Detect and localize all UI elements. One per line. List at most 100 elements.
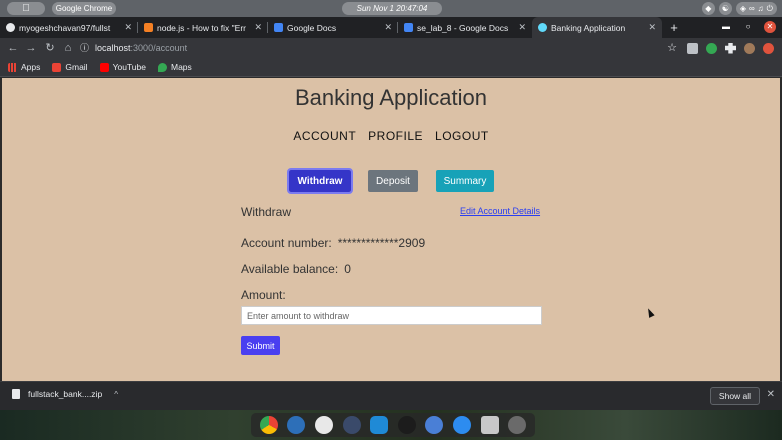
close-icon[interactable]: ✕ [254,22,262,33]
chrome-update-icon[interactable] [763,42,774,54]
tab-label: node.js - How to fix "Err [157,22,246,33]
balance-label: Available balance: [241,262,339,276]
withdraw-button[interactable]: Withdraw [287,168,353,194]
submit-button[interactable]: Submit [241,336,280,355]
mongodb-icon[interactable] [314,416,333,434]
info-icon[interactable]: ⓘ [80,40,89,56]
nav-profile[interactable]: PROFILE [368,129,423,143]
show-all-button[interactable]: Show all [710,387,760,405]
network-icon: ◈ [739,4,746,13]
github-icon [6,23,15,32]
google-docs-icon [274,23,283,32]
account-number-row: Account number: *************2909 [241,236,425,250]
forward-arrow-icon[interactable]: → [24,41,38,55]
window-close-icon[interactable]: ✕ [764,21,776,33]
account-number-label: Account number: [241,236,332,250]
page-title: Banking Application [294,85,488,110]
bookmark-gmail[interactable]: Gmail [52,62,88,72]
status-area: ◆ ☯ ◈ ∞ ♫ ⏻ [701,2,777,15]
vscode-icon[interactable] [370,416,389,434]
launchpad-icon[interactable] [508,416,527,434]
window-controls: ▬ ○ ✕ [720,21,776,33]
active-app-name[interactable]: Google Chrome [52,2,116,15]
react-icon [538,23,547,32]
file-icon [12,389,20,399]
home-icon[interactable]: ⌂ [61,41,75,55]
close-icon[interactable]: ✕ [384,22,392,33]
link-icon: ∞ [748,4,755,13]
close-icon[interactable]: ✕ [518,22,526,33]
main-nav: ACCOUNT PROFILE LOGOUT [2,129,780,143]
close-icon[interactable]: ✕ [648,22,656,33]
os-menu-bar:  Google Chrome Sun Nov 1 20:47:04 ◆ ☯ ◈… [0,0,782,17]
globe-icon[interactable] [425,416,444,434]
gmail-icon [52,62,62,72]
reload-icon[interactable]: ↻ [43,41,57,55]
extension-icon[interactable] [706,42,717,54]
google-docs-icon [404,23,413,32]
shield-icon[interactable]: ◆ [701,2,715,15]
amount-input[interactable] [241,306,542,325]
nav-logout[interactable]: LOGOUT [435,129,489,143]
apps-grid-icon [8,62,17,72]
download-filename: fullstack_bank....zip [28,389,103,399]
mouse-cursor-icon [645,307,655,318]
tab-se-lab-8[interactable]: se_lab_8 - Google Docs ✕ [398,17,532,38]
system-clock[interactable]: Sun Nov 1 20:47:04 [342,2,442,15]
bookmark-maps[interactable]: Maps [157,62,192,72]
tab-label: myogeshchavan97/fullst [19,22,111,33]
tab-label: se_lab_8 - Google Docs [417,22,509,33]
apple-menu-button[interactable]:  [7,2,45,15]
avatar[interactable] [744,42,755,54]
tab-banking-application[interactable]: Banking Application ✕ [532,17,662,38]
nav-account[interactable]: ACCOUNT [293,129,356,143]
tab-google-docs[interactable]: Google Docs ✕ [268,17,398,38]
page-content: Banking Application ACCOUNT PROFILE LOGO… [2,78,780,381]
puzzle-icon[interactable] [725,42,736,54]
youtube-icon [99,62,109,72]
extension-icon[interactable] [687,42,698,54]
bookmark-apps[interactable]: Apps [8,62,40,72]
new-tab-button[interactable]: + [662,17,686,38]
power-icon: ⏻ [766,4,773,13]
tab-label: Banking Application [551,22,626,33]
account-number-value: *************2909 [337,236,426,250]
dock [251,413,535,437]
chevron-up-icon[interactable]: ^ [114,390,118,399]
deposit-button[interactable]: Deposit [368,170,418,192]
back-arrow-icon[interactable]: ← [6,41,20,55]
maps-pin-icon [157,62,167,72]
volume-icon: ♫ [757,4,764,13]
firefox-icon[interactable] [287,416,306,434]
trash-icon[interactable] [480,416,499,434]
tab-github[interactable]: myogeshchavan97/fullst ✕ [0,17,138,38]
summary-button[interactable]: Summary [436,170,494,192]
amount-label: Amount: [241,288,286,302]
system-tray[interactable]: ◈ ∞ ♫ ⏻ [735,2,777,15]
browser-tab-strip: myogeshchavan97/fullst ✕ node.js - How t… [0,17,782,38]
terminal-icon[interactable] [397,416,416,434]
accessibility-icon[interactable]: ☯ [718,2,732,15]
balance-row: Available balance: 0 [241,262,351,276]
balance-value: 0 [344,262,351,276]
chrome-icon[interactable] [259,416,278,434]
bookmarks-bar: Apps Gmail YouTube Maps [0,58,782,77]
extension-area: ☆ [665,41,774,55]
download-item[interactable]: fullstack_bank....zip ^ [12,389,118,399]
address-bar[interactable]: ⓘ localhost:3000/account [80,40,670,56]
maximize-icon[interactable]: ○ [742,21,754,33]
edit-account-details-link[interactable]: Edit Account Details [460,206,540,216]
stackoverflow-icon [144,23,153,32]
bookmark-star-icon[interactable]: ☆ [665,41,679,55]
bookmark-youtube[interactable]: YouTube [99,62,146,72]
minimize-icon[interactable]: ▬ [720,21,732,33]
tab-stackoverflow[interactable]: node.js - How to fix "Err ✕ [138,17,268,38]
tab-label: Google Docs [287,22,337,33]
close-icon[interactable]: ✕ [124,22,132,33]
section-title: Withdraw [241,205,292,219]
close-icon[interactable]: ✕ [767,389,775,400]
network-app-icon[interactable] [342,416,361,434]
app-store-icon[interactable] [452,416,471,434]
download-bar: fullstack_bank....zip ^ Show all ✕ [0,381,782,410]
url-host: localhost [95,43,131,53]
